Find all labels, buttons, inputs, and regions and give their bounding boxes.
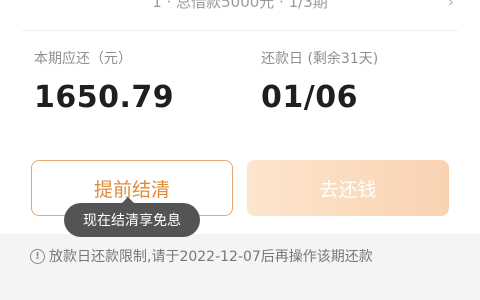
- tooltip-text: 现在结清享免息: [83, 213, 181, 229]
- info-icon: !: [30, 248, 45, 264]
- repay-button[interactable]: 去还钱: [247, 160, 449, 216]
- repayment-notice: ! 放款日还款限制,请于2022-12-07后再操作该期还款: [30, 246, 373, 266]
- loan-card: 1 · 总借款5000元 · 1/3期 › 本期应还（元） 1650.79 还款…: [0, 0, 480, 234]
- notice-text: 放款日还款限制,请于2022-12-07后再操作该期还款: [49, 249, 373, 265]
- divider: [22, 30, 458, 31]
- due-date-label: 还款日 (剩余31天): [261, 51, 379, 67]
- current-period-label: 本期应还（元）: [34, 51, 132, 67]
- loan-summary: 1 · 总借款5000元 · 1/3期: [152, 0, 328, 11]
- chevron-right-icon[interactable]: ›: [448, 0, 454, 11]
- repay-button-label: 去还钱: [319, 178, 377, 201]
- prepay-tooltip: 现在结清享免息: [64, 197, 200, 237]
- due-date-value: 01/06: [261, 80, 358, 115]
- current-period-amount: 1650.79: [34, 80, 175, 115]
